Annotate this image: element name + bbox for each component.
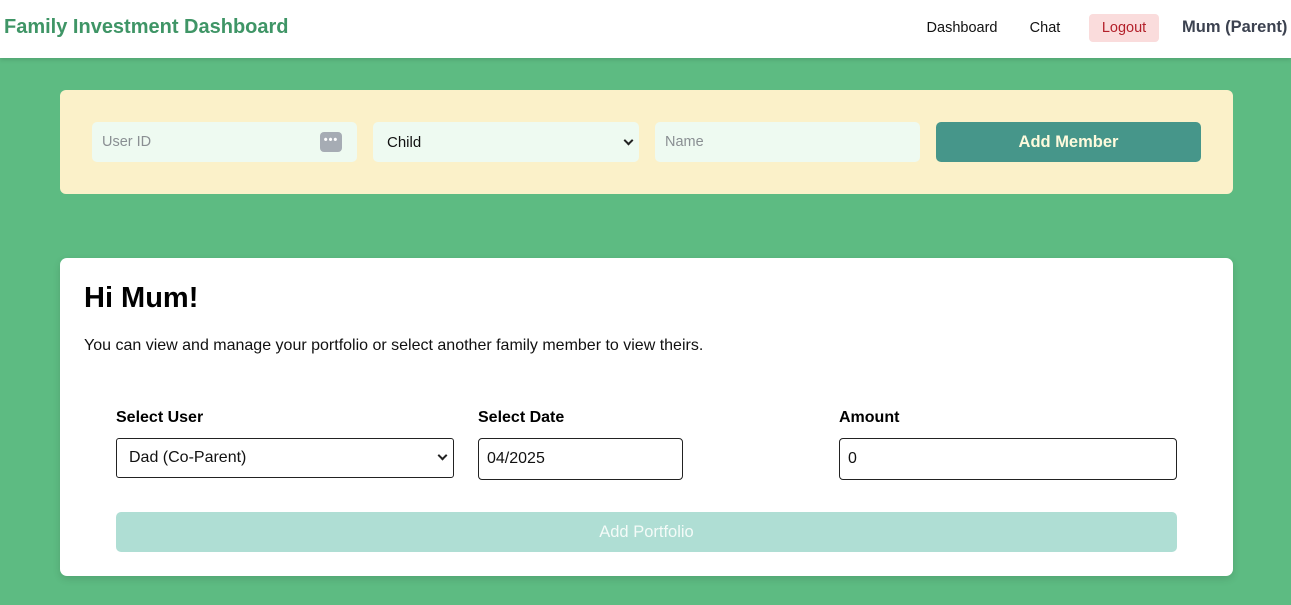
amount-input[interactable] (839, 438, 1177, 480)
add-member-panel: ••• Child Add Member (60, 90, 1233, 194)
chevron-down-icon (623, 135, 634, 146)
brand-title[interactable]: Family Investment Dashboard (4, 16, 289, 39)
user-select[interactable]: Dad (Co-Parent) (116, 438, 454, 478)
nav-dashboard-link[interactable]: Dashboard (919, 14, 1005, 42)
top-nav-bar: Family Investment Dashboard Dashboard Ch… (0, 0, 1291, 58)
logout-button[interactable]: Logout (1089, 14, 1159, 42)
nav-chat-link[interactable]: Chat (1024, 14, 1066, 42)
user-id-input[interactable] (92, 122, 357, 162)
add-portfolio-button[interactable]: Add Portfolio (116, 512, 1177, 552)
role-select[interactable]: Child (373, 122, 639, 162)
current-user-label: Mum (Parent) (1182, 18, 1288, 36)
role-select-value: Child (387, 134, 422, 151)
add-member-button[interactable]: Add Member (936, 122, 1201, 162)
amount-label: Amount (839, 409, 900, 426)
name-input[interactable] (655, 122, 920, 162)
select-date-label: Select Date (478, 409, 565, 426)
greeting-heading: Hi Mum! (84, 282, 199, 314)
password-dots-icon[interactable]: ••• (320, 132, 342, 152)
intro-text: You can view and manage your portfolio o… (84, 337, 704, 354)
date-input[interactable] (478, 438, 683, 480)
portfolio-card: Hi Mum! You can view and manage your por… (60, 258, 1233, 576)
user-select-value: Dad (Co-Parent) (129, 449, 247, 466)
chevron-down-icon (437, 450, 448, 461)
select-user-label: Select User (116, 409, 204, 426)
